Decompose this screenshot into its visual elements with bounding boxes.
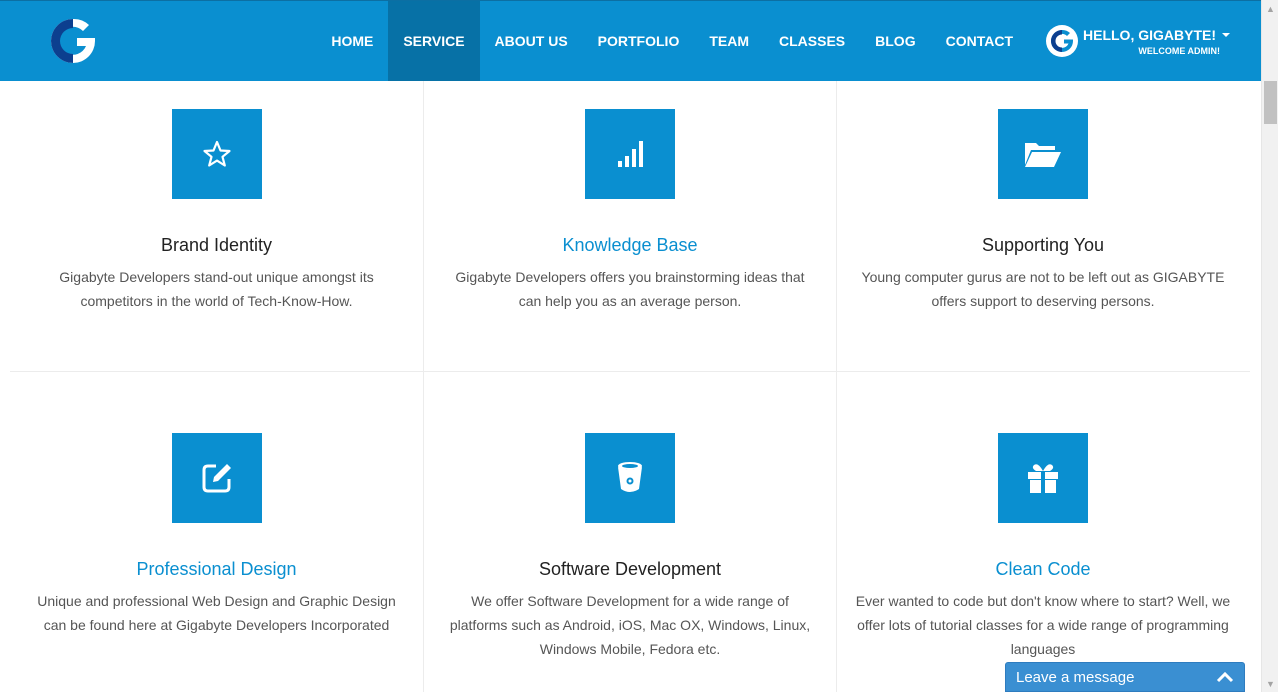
edit-icon xyxy=(171,433,262,523)
services-grid: Brand Identity Gigabyte Developers stand… xyxy=(10,81,1250,692)
nav-about-us[interactable]: ABOUT US xyxy=(480,1,583,81)
signal-bars-icon xyxy=(585,109,675,199)
nav-blog[interactable]: BLOG xyxy=(860,1,930,81)
avatar xyxy=(1046,25,1078,57)
service-card: Professional Design Unique and professio… xyxy=(10,372,423,692)
service-card: Knowledge Base Gigabyte Developers offer… xyxy=(423,81,836,371)
service-description: Gigabyte Developers stand-out unique amo… xyxy=(59,269,374,309)
service-title: Brand Identity xyxy=(160,235,273,255)
user-menu[interactable]: HELLO, GIGABYTE! WELCOME ADMIN! xyxy=(1028,1,1261,81)
bucket-icon xyxy=(585,433,675,523)
service-description: Young computer gurus are not to be left … xyxy=(861,269,1225,309)
service-description: Gigabyte Developers offers you brainstor… xyxy=(455,269,805,309)
folder-open-icon xyxy=(998,109,1088,199)
service-description: Unique and professional Web Design and G… xyxy=(37,593,396,633)
leave-message-label: Leave a message xyxy=(1016,668,1135,686)
leave-message-widget[interactable]: Leave a message xyxy=(1005,662,1245,692)
user-role: WELCOME ADMIN! xyxy=(1138,45,1220,56)
nav-service[interactable]: SERVICE xyxy=(388,1,480,81)
scroll-down-icon[interactable]: ▼ xyxy=(1262,675,1278,692)
service-card: Clean Code Ever wanted to code but don't… xyxy=(836,372,1249,692)
service-card: Supporting You Young computer gurus are … xyxy=(836,81,1249,371)
star-icon xyxy=(171,109,262,199)
nav-contact[interactable]: CONTACT xyxy=(931,1,1028,81)
service-card: Software Development We offer Software D… xyxy=(423,372,836,692)
chevron-up-icon[interactable] xyxy=(1216,671,1234,683)
scrollbar-thumb[interactable] xyxy=(1264,81,1277,124)
nav-home[interactable]: HOME xyxy=(316,1,388,81)
user-greeting: HELLO, GIGABYTE! xyxy=(1083,26,1216,43)
service-title: Supporting You xyxy=(981,235,1105,255)
service-description: We offer Software Development for a wide… xyxy=(449,593,811,657)
scroll-up-icon[interactable]: ▲ xyxy=(1262,0,1278,17)
main-nav: HOME SERVICE ABOUT US PORTFOLIO TEAM CLA… xyxy=(316,1,1261,81)
gift-icon xyxy=(998,433,1088,523)
service-title[interactable]: Professional Design xyxy=(10,558,423,580)
service-card: Brand Identity Gigabyte Developers stand… xyxy=(10,81,423,371)
service-title[interactable]: Knowledge Base xyxy=(424,234,836,256)
nav-team[interactable]: TEAM xyxy=(694,1,764,81)
site-logo[interactable] xyxy=(47,16,99,66)
page-scrollbar[interactable]: ▲ ▼ xyxy=(1261,0,1278,692)
service-description: Ever wanted to code but don't know where… xyxy=(855,593,1231,657)
service-title[interactable]: Clean Code xyxy=(837,558,1249,580)
nav-classes[interactable]: CLASSES xyxy=(764,1,860,81)
caret-down-icon xyxy=(1222,33,1230,38)
service-title: Software Development xyxy=(538,559,722,579)
nav-portfolio[interactable]: PORTFOLIO xyxy=(583,1,695,81)
top-navbar: HOME SERVICE ABOUT US PORTFOLIO TEAM CLA… xyxy=(0,0,1261,81)
